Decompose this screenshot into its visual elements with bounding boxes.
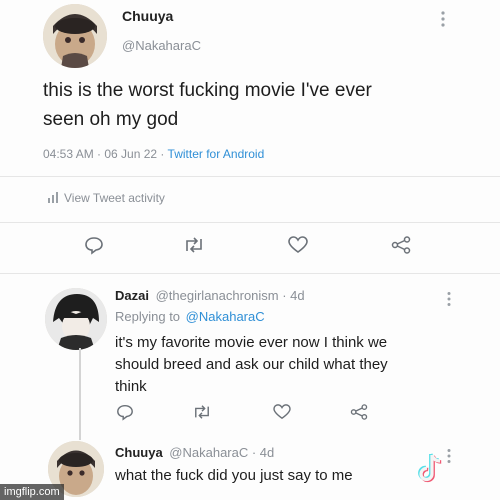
display-name[interactable]: Dazai (115, 288, 149, 303)
share-icon[interactable] (391, 236, 411, 254)
display-name[interactable]: Chuuya (115, 445, 163, 460)
reply-text-line-2: should breed and ask our child what they (115, 356, 388, 373)
reply-text-line-3: think (115, 378, 147, 395)
user-handle[interactable]: @thegirlanachronism · 4d (156, 288, 305, 303)
mention-link[interactable]: @NakaharaC (186, 309, 265, 324)
tweet-meta: 04:53 AM · 06 Jun 22 · Twitter for Andro… (43, 147, 264, 161)
meta-separator: · (93, 147, 105, 161)
meta-separator: · (157, 147, 168, 161)
share-icon[interactable] (350, 404, 368, 420)
reply-header: Dazai @thegirlanachronism · 4d (115, 288, 305, 303)
divider (0, 222, 500, 223)
more-icon[interactable] (440, 10, 446, 28)
retweet-icon[interactable] (183, 236, 205, 254)
user-handle[interactable]: @NakaharaC (122, 38, 201, 53)
tiktok-icon (417, 452, 447, 486)
view-activity-link[interactable]: View Tweet activity (48, 191, 165, 206)
tweet-date: 06 Jun 22 (104, 147, 158, 161)
thread-line (79, 348, 81, 440)
watermark: imgflip.com (0, 484, 64, 500)
avatar-dazai[interactable] (45, 288, 107, 350)
user-handle[interactable]: @NakaharaC · 4d (169, 445, 274, 460)
tweet-time: 04:53 AM (43, 147, 94, 161)
view-activity-label[interactable]: View Tweet activity (64, 191, 165, 205)
reply-icon[interactable] (84, 235, 104, 255)
tweet-source-link[interactable]: Twitter for Android (168, 147, 265, 161)
more-icon[interactable] (446, 291, 452, 307)
replying-prefix: Replying to (115, 309, 181, 324)
like-icon[interactable] (273, 404, 291, 420)
reply-text-line-1: what the fuck did you just say to me (115, 467, 353, 484)
replying-to: Replying to @NakaharaC (115, 309, 265, 324)
divider (0, 273, 500, 274)
reply-text-line-1: it's my favorite movie ever now I think … (115, 334, 388, 351)
tweet-text-line-1: this is the worst fucking movie I've eve… (43, 80, 372, 101)
reply-icon[interactable] (116, 403, 134, 421)
avatar-chuuya[interactable] (43, 4, 107, 68)
reply-header: Chuuya @NakaharaC · 4d (115, 445, 274, 460)
display-name[interactable]: Chuuya (122, 8, 173, 24)
divider (0, 176, 500, 177)
tweet-text-line-2: seen oh my god (43, 109, 179, 130)
retweet-icon[interactable] (192, 404, 212, 420)
activity-icon (48, 191, 60, 206)
like-icon[interactable] (288, 236, 308, 254)
